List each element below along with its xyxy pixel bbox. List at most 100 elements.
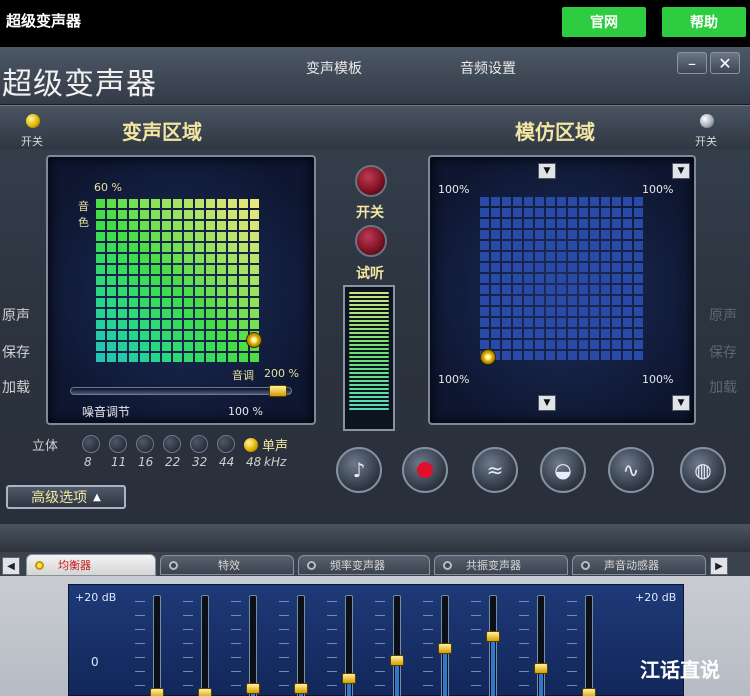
menu-voice-template[interactable]: 变声模板 xyxy=(306,58,362,78)
sample-rate-option-22[interactable] xyxy=(163,435,181,453)
imitate-bottom-center-dropdown[interactable]: ▼ xyxy=(538,395,556,411)
eq-band-handle[interactable] xyxy=(342,673,356,684)
close-button[interactable]: ✕ xyxy=(710,52,740,74)
pitch-percent: 200 % xyxy=(264,367,299,380)
grid-cell xyxy=(568,351,577,360)
eq-band-handle[interactable] xyxy=(390,655,404,666)
imitate-top-right-dropdown[interactable]: ▼ xyxy=(672,163,690,179)
voice-grid[interactable] xyxy=(96,199,259,362)
grid-cell xyxy=(184,254,193,263)
voice-zone-switch-led[interactable] xyxy=(26,114,40,128)
imitate-zone-panel[interactable]: ▼ ▼ 100% 100% 100% 100% ▼ ▼ xyxy=(428,155,696,425)
advanced-options-button[interactable]: 高级选项 ▲ xyxy=(6,485,126,509)
eq-band-handle[interactable] xyxy=(486,631,500,642)
voice-zone-panel[interactable]: 60 % 音色 音调 200 % 噪音调节 100 % xyxy=(46,155,316,425)
eq-band-handle[interactable] xyxy=(534,663,548,674)
tab-equalizer[interactable]: 均衡器 xyxy=(26,554,156,576)
eq-band-handle[interactable] xyxy=(198,688,212,696)
imitate-bottom-right-dropdown[interactable]: ▼ xyxy=(672,395,690,411)
grid-cell xyxy=(535,274,544,283)
mask-icon[interactable]: ◒ xyxy=(540,447,586,493)
eq-band-slider[interactable] xyxy=(246,595,260,696)
tab-scroll-left-icon[interactable]: ◀ xyxy=(2,557,20,575)
voice-pad-knob[interactable] xyxy=(246,332,262,348)
sample-rate-option-48[interactable] xyxy=(244,438,258,452)
eq-band-slider[interactable] xyxy=(294,595,308,696)
noise-slider[interactable] xyxy=(70,385,292,397)
imitate-original-button[interactable]: 原声 xyxy=(709,305,737,325)
imitate-load-button[interactable]: 加载 xyxy=(709,377,737,397)
grid-cell xyxy=(184,287,193,296)
grid-cell xyxy=(162,232,171,241)
grid-cell xyxy=(634,296,643,305)
grid-cell xyxy=(151,353,160,362)
imitate-pad-knob[interactable] xyxy=(480,349,496,365)
music-icon[interactable]: ♪ xyxy=(336,447,382,493)
eq-band-slider[interactable] xyxy=(438,595,452,696)
sample-rate-option-32[interactable] xyxy=(190,435,208,453)
eq-band-slider[interactable] xyxy=(390,595,404,696)
sample-rate-option-8[interactable] xyxy=(82,435,100,453)
voice-save-button[interactable]: 保存 xyxy=(2,342,30,362)
grid-cell xyxy=(195,320,204,329)
grid-cell xyxy=(612,241,621,250)
grid-cell xyxy=(590,219,599,228)
sample-rate-option-16[interactable] xyxy=(136,435,154,453)
voice-zone-title: 变声区域 xyxy=(122,120,202,144)
imitate-save-button[interactable]: 保存 xyxy=(709,342,737,362)
preview-button[interactable] xyxy=(355,225,387,257)
help-button[interactable]: 帮助 xyxy=(662,7,746,37)
grid-cell xyxy=(162,254,171,263)
menu-audio-settings[interactable]: 音频设置 xyxy=(460,58,516,78)
grid-cell xyxy=(579,219,588,228)
noise-label: 噪音调节 xyxy=(82,405,131,419)
minimize-button[interactable]: – xyxy=(677,52,707,74)
record-icon[interactable] xyxy=(402,447,448,493)
grid-cell xyxy=(502,230,511,239)
grid-cell xyxy=(535,208,544,217)
eq-band-handle[interactable] xyxy=(150,688,164,696)
imitate-top-center-dropdown[interactable]: ▼ xyxy=(538,163,556,179)
grid-cell xyxy=(228,287,237,296)
tab-effects[interactable]: 特效 xyxy=(160,555,294,575)
website-button[interactable]: 官网 xyxy=(562,7,646,37)
sample-rate-option-11[interactable] xyxy=(109,435,127,453)
eq-band-slider[interactable] xyxy=(582,595,596,696)
eq-band-slider[interactable] xyxy=(486,595,500,696)
eq-band-handle[interactable] xyxy=(582,688,596,696)
tab-frequency-changer[interactable]: 频率变声器 xyxy=(298,555,430,575)
eq-band-slider[interactable] xyxy=(342,595,356,696)
grid-cell xyxy=(491,252,500,261)
sample-rate-value: 11 xyxy=(111,455,127,469)
eq-band-handle[interactable] xyxy=(246,683,260,694)
grid-cell xyxy=(162,287,171,296)
grid-cell xyxy=(502,208,511,217)
sample-rate-unit: kHz xyxy=(264,455,287,469)
wave-icon[interactable]: ∿ xyxy=(608,447,654,493)
eq-band-slider[interactable] xyxy=(198,595,212,696)
voice-original-button[interactable]: 原声 xyxy=(2,305,30,325)
eq-band-slider[interactable] xyxy=(534,595,548,696)
sample-rate-option-44[interactable] xyxy=(217,435,235,453)
eq-band-handle[interactable] xyxy=(438,643,452,654)
eq-band-slider[interactable] xyxy=(150,595,164,696)
center-switch-button[interactable] xyxy=(355,165,387,197)
eq-band-handle[interactable] xyxy=(294,683,308,694)
grid-cell xyxy=(195,254,204,263)
tab-scroll-right-icon[interactable]: ▶ xyxy=(710,557,728,575)
grid-cell xyxy=(601,274,610,283)
grid-cell xyxy=(151,254,160,263)
noise-slider-handle[interactable] xyxy=(269,385,287,397)
grid-cell xyxy=(195,221,204,230)
grid-cell xyxy=(502,285,511,294)
eq-zero-label: 0 xyxy=(91,655,99,669)
grid-cell xyxy=(513,296,522,305)
grid-cell xyxy=(601,197,610,206)
tab-resonance-changer[interactable]: 共振变声器 xyxy=(434,555,568,575)
tab-sound-dynamizer[interactable]: 声音动感器 xyxy=(572,555,706,575)
equalizer-icon[interactable]: ≈ xyxy=(472,447,518,493)
imitate-zone-switch-led[interactable] xyxy=(700,114,714,128)
imitate-grid[interactable] xyxy=(480,197,643,360)
voice-load-button[interactable]: 加载 xyxy=(2,377,30,397)
globe-icon[interactable]: ◍ xyxy=(680,447,726,493)
